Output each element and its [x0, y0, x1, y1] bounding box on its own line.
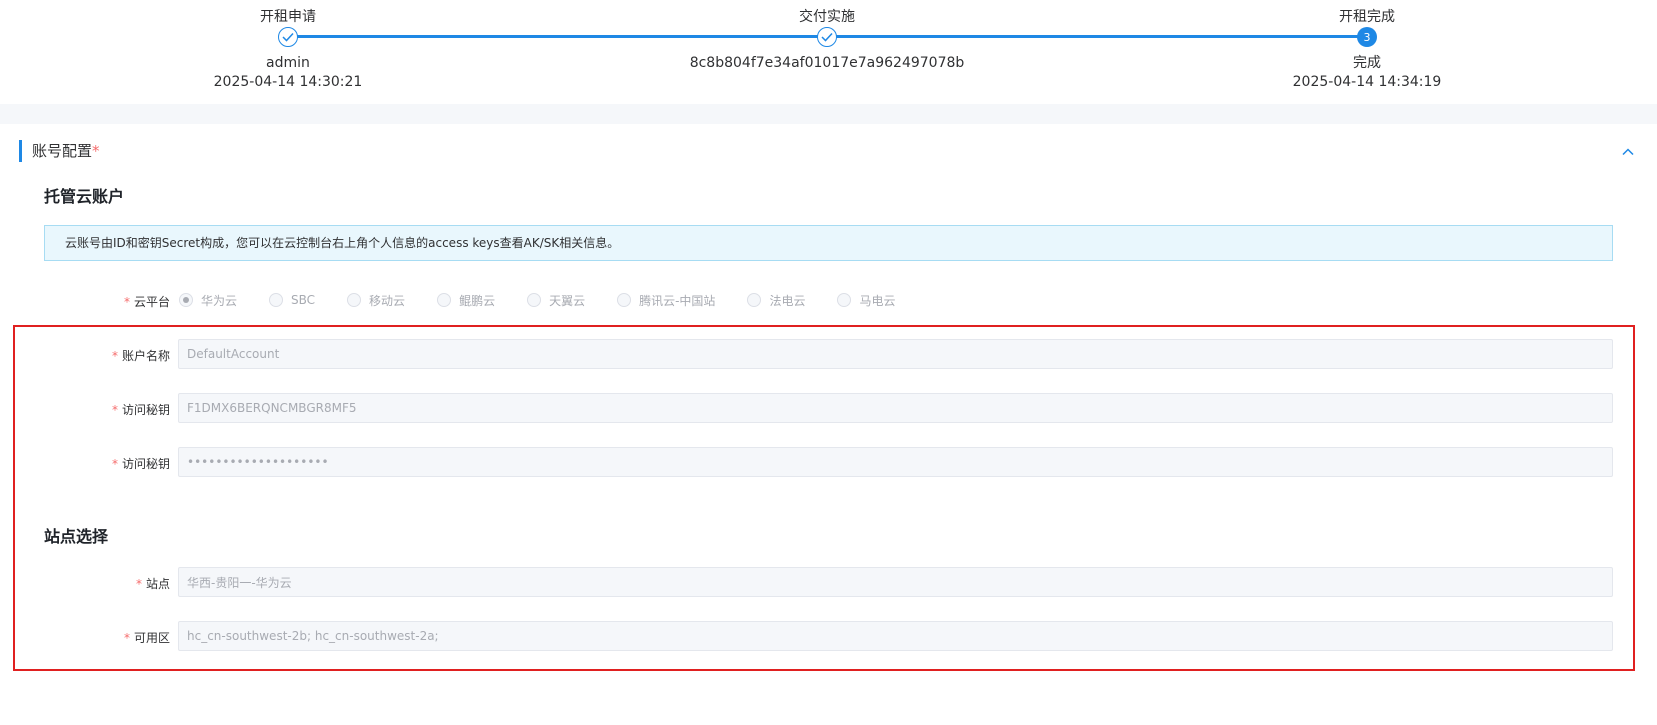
radio-circle-icon — [747, 293, 762, 307]
availability-zone-input[interactable] — [178, 621, 1613, 651]
hosted-account-title: 托管云账户 — [44, 187, 125, 206]
highlight-box — [13, 325, 1635, 671]
step-line-2 — [827, 35, 1367, 38]
radio-circle-icon — [527, 293, 542, 307]
step-1-check-icon — [278, 27, 298, 47]
site-label: * 站点 — [135, 577, 170, 591]
radio-platform-4[interactable]: 天翼云 — [527, 292, 585, 309]
step-3-time: 2025-04-14 14:34:19 — [1292, 74, 1442, 90]
platform-label: * 云平台 — [123, 295, 170, 309]
step-3-title: 开租完成 — [1339, 9, 1395, 25]
step-2-info: 8c8b804f7e34af01017e7a962497078b — [690, 54, 965, 73]
step-line-1 — [288, 35, 827, 38]
chevron-up-icon[interactable] — [1620, 144, 1636, 160]
step-1-title: 开租申请 — [260, 9, 316, 25]
account-name-label: * 账户名称 — [111, 349, 170, 363]
step-1-info: admin 2025-04-14 14:30:21 — [214, 54, 363, 92]
radio-platform-7[interactable]: 马电云 — [837, 292, 895, 309]
radio-circle-icon — [347, 293, 362, 307]
availability-zone-label: * 可用区 — [123, 631, 170, 645]
site-selection-title: 站点选择 — [44, 527, 109, 546]
radio-circle-icon — [437, 293, 452, 307]
radio-circle-icon — [269, 293, 284, 307]
site-input[interactable] — [178, 567, 1613, 597]
radio-platform-1[interactable]: SBC — [269, 293, 315, 307]
secret-key-label: * 访问秘钥 — [111, 457, 170, 471]
step-3-status: 完成 — [1352, 55, 1381, 71]
radio-platform-3[interactable]: 鲲鹏云 — [437, 292, 495, 309]
radio-platform-0[interactable]: 华为云 — [179, 292, 237, 309]
progress-steps: 开租申请 admin 2025-04-14 14:30:21 交付实施 8c8b… — [0, 0, 1657, 104]
secret-key-input[interactable] — [178, 447, 1613, 477]
section-title: 账号配置* — [19, 140, 100, 162]
radio-platform-5[interactable]: 腾讯云-中国站 — [617, 292, 715, 309]
step-2-id: 8c8b804f7e34af01017e7a962497078b — [689, 55, 965, 71]
access-key-label: * 访问秘钥 — [111, 403, 170, 417]
platform-radio-group: 华为云 SBC 移动云 鲲鹏云 天翼云 腾讯云-中国站 法电云 马电云 — [179, 291, 927, 309]
access-key-input[interactable] — [178, 393, 1613, 423]
step-2-title: 交付实施 — [799, 9, 855, 25]
account-name-input[interactable] — [178, 339, 1613, 369]
radio-circle-icon — [837, 293, 852, 307]
section-title-text: 账号配置 — [32, 142, 93, 160]
step-3-number: 3 — [1357, 27, 1377, 47]
radio-platform-2[interactable]: 移动云 — [347, 292, 405, 309]
radio-platform-6[interactable]: 法电云 — [747, 292, 805, 309]
step-2-check-icon — [817, 27, 837, 47]
radio-circle-icon — [179, 293, 193, 307]
info-alert-text: 云账号由ID和密钥Secret构成，您可以在云控制台右上角个人信息的access… — [65, 236, 620, 250]
step-1-time: 2025-04-14 14:30:21 — [213, 74, 363, 90]
step-3-info: 完成 2025-04-14 14:34:19 — [1293, 54, 1442, 92]
required-mark: * — [92, 142, 100, 160]
radio-circle-icon — [617, 293, 632, 307]
step-1-user: admin — [266, 55, 310, 71]
info-alert: 云账号由ID和密钥Secret构成，您可以在云控制台右上角个人信息的access… — [44, 225, 1613, 261]
section-divider — [0, 104, 1657, 124]
